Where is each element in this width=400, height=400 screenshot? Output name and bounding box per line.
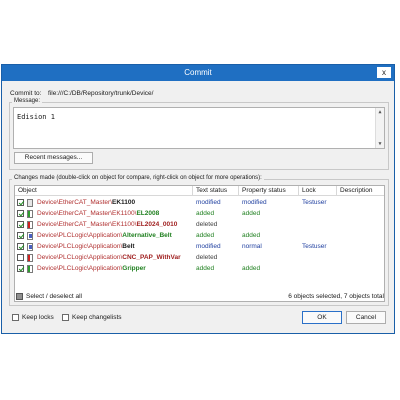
lock-cell: Testuser — [302, 243, 327, 250]
object-cell: Device\EtherCAT_Master\EK1100 — [37, 197, 135, 208]
device-file-icon — [27, 198, 33, 207]
program-file-icon — [27, 231, 33, 240]
object-cell: Device\EtherCAT_Master\EK1100\EL2008 — [37, 208, 159, 219]
object-path: Device\EtherCAT_Master\EK1100\ — [37, 210, 137, 217]
row-checkbox[interactable] — [17, 210, 24, 217]
object-name: CNC_PAP_WithVar — [122, 254, 181, 261]
program-file-icon — [27, 242, 33, 251]
recent-messages-button[interactable]: Recent messages... — [14, 152, 93, 164]
keep-locks-checkbox[interactable] — [12, 314, 19, 321]
row-checkbox[interactable] — [17, 243, 24, 250]
table-row[interactable]: Device\PLCLogic\Application\CNC_PAP_With… — [15, 252, 384, 263]
commit-to-label: Commit to: — [10, 90, 42, 97]
property-status-cell: added — [242, 210, 261, 217]
object-path: Device\PLCLogic\Application\ — [37, 265, 123, 272]
ok-button[interactable]: OK — [302, 311, 342, 324]
property-status-cell: modified — [242, 199, 267, 206]
deleted-file-icon — [27, 220, 33, 229]
object-path: Device\EtherCAT_Master\EK1100\ — [37, 221, 137, 228]
title-bar[interactable]: Commit x — [2, 65, 394, 81]
row-checkbox[interactable] — [17, 265, 24, 272]
message-text: Edision 1 — [17, 113, 55, 121]
select-all-label: Select / deselect all — [26, 293, 83, 300]
keep-changelists-label: Keep changelists — [72, 314, 122, 321]
commit-to-value: file:///C:/DB/Repository/trunk/Device/ — [48, 90, 154, 97]
table-row[interactable]: Device\EtherCAT_Master\EK1100\EL2024_001… — [15, 219, 384, 230]
select-all-checkbox[interactable] — [16, 293, 23, 300]
row-checkbox[interactable] — [17, 232, 24, 239]
added-file-icon — [27, 209, 33, 218]
row-checkbox[interactable] — [17, 254, 24, 261]
text-status-cell: deleted — [196, 254, 218, 261]
changes-table: Object Text status Property status Lock … — [14, 185, 385, 302]
table-row[interactable]: Device\EtherCAT_Master\EK1100\EL2008 adde… — [15, 208, 384, 219]
property-status-cell: added — [242, 232, 261, 239]
cancel-button[interactable]: Cancel — [346, 311, 386, 324]
column-header-object[interactable]: Object — [15, 186, 193, 196]
object-name: Belt — [122, 243, 135, 250]
row-checkbox[interactable] — [17, 221, 24, 228]
scroll-up-icon[interactable]: ▲ — [376, 109, 384, 115]
object-cell: Device\PLCLogic\Application\Belt — [37, 241, 135, 252]
object-name: EK1100 — [112, 199, 136, 206]
selection-summary: 6 objects selected, 7 objects total — [288, 293, 384, 300]
object-name: EL2008 — [136, 210, 160, 217]
message-legend: Message: — [12, 98, 43, 104]
table-row[interactable]: Device\PLCLogic\Application\Alternative_… — [15, 230, 384, 241]
message-scrollbar[interactable]: ▲ ▼ — [375, 108, 384, 148]
property-status-cell: added — [242, 265, 261, 272]
text-status-cell: added — [196, 265, 215, 272]
object-name: EL2024_0010 — [136, 221, 178, 228]
scroll-down-icon[interactable]: ▼ — [376, 141, 384, 147]
object-name: Alternative_Belt — [122, 232, 172, 239]
dialog-title: Commit — [184, 68, 212, 77]
object-path: Device\PLCLogic\Application\ — [37, 243, 123, 250]
object-cell: Device\EtherCAT_Master\EK1100\EL2024_001… — [37, 219, 177, 230]
object-path: Device\PLCLogic\Application\ — [37, 232, 123, 239]
object-cell: Device\PLCLogic\Application\Alternative_… — [37, 230, 172, 241]
object-path: Device\PLCLogic\Application\ — [37, 254, 123, 261]
added-file-icon — [27, 264, 33, 273]
column-header-property-status[interactable]: Property status — [239, 186, 299, 196]
table-row[interactable]: Device\EtherCAT_Master\EK1100 modified mod… — [15, 197, 384, 208]
text-status-cell: modified — [196, 199, 221, 206]
message-textarea[interactable]: Edision 1 ▲ ▼ — [13, 107, 385, 149]
object-path: Device\EtherCAT_Master\ — [37, 199, 113, 206]
column-header-text-status[interactable]: Text status — [193, 186, 239, 196]
property-status-cell: normal — [242, 243, 262, 250]
table-row[interactable]: Device\PLCLogic\Application\Gripper added… — [15, 263, 384, 274]
column-header-description[interactable]: Description — [337, 186, 384, 196]
text-status-cell: added — [196, 210, 215, 217]
object-cell: Device\PLCLogic\Application\Gripper — [37, 263, 146, 274]
text-status-cell: modified — [196, 243, 221, 250]
row-checkbox[interactable] — [17, 199, 24, 206]
changes-legend: Changes made (double-click on object for… — [12, 175, 264, 181]
close-button[interactable]: x — [377, 67, 391, 78]
text-status-cell: deleted — [196, 221, 218, 228]
column-header-lock[interactable]: Lock — [299, 186, 337, 196]
keep-changelists-checkbox[interactable] — [62, 314, 69, 321]
object-name: Gripper — [122, 265, 146, 272]
deleted-file-icon — [27, 253, 33, 262]
table-row[interactable]: Device\PLCLogic\Application\Belt modified… — [15, 241, 384, 252]
lock-cell: Testuser — [302, 199, 327, 206]
text-status-cell: added — [196, 232, 215, 239]
object-cell: Device\PLCLogic\Application\CNC_PAP_With… — [37, 252, 181, 263]
keep-locks-label: Keep locks — [22, 314, 54, 321]
